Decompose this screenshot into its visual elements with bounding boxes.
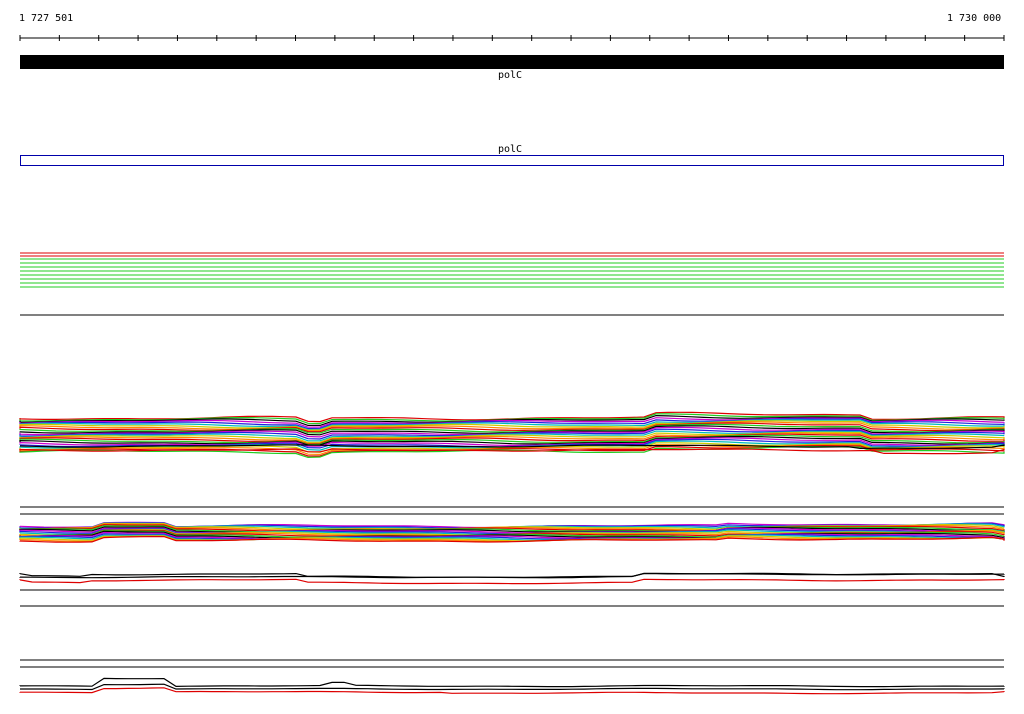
signal-track-pair-2 (19, 677, 1005, 695)
cds-label: polC (498, 144, 523, 155)
coverage-track-flat (20, 252, 1004, 288)
signal-track-multi-1 (19, 411, 1005, 459)
gene-label: polC (498, 70, 523, 81)
genome-browser-tracks (19, 35, 1005, 695)
coordinate-ruler (19, 35, 1005, 41)
signal-line (19, 687, 1005, 695)
cds-feature-box[interactable] (20, 155, 1004, 166)
gene-feature-bar[interactable] (20, 55, 1004, 69)
signal-line (19, 578, 1005, 585)
signal-track-multi-2 (19, 521, 1005, 543)
signal-track-pair-1 (19, 572, 1005, 585)
